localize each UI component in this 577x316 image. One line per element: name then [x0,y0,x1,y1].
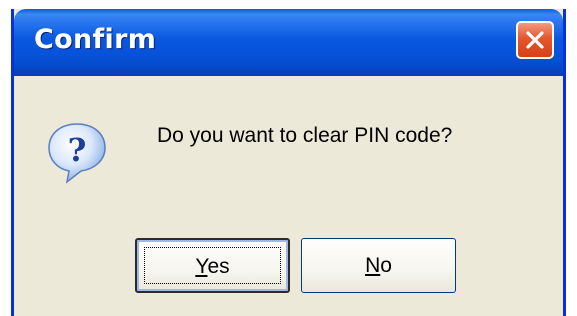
close-button[interactable] [516,21,554,59]
yes-label: es [207,255,230,278]
yes-button[interactable]: Yes [135,238,290,293]
confirm-dialog: Confirm ? Do you want to clear PIN code?… [11,9,566,316]
no-button[interactable]: No [301,238,456,293]
yes-mnemonic: Y [195,255,208,278]
no-mnemonic: N [365,254,381,277]
window-title: Confirm [34,24,157,55]
question-icon: ? [48,123,106,184]
focus-rectangle: Yes [144,247,281,284]
title-bar[interactable]: Confirm [14,9,563,76]
dialog-message: Do you want to clear PIN code? [157,124,453,147]
no-label: o [380,254,392,277]
close-icon [526,31,544,49]
dialog-body: ? Do you want to clear PIN code? Yes No [14,76,563,316]
svg-text:?: ? [68,131,87,169]
